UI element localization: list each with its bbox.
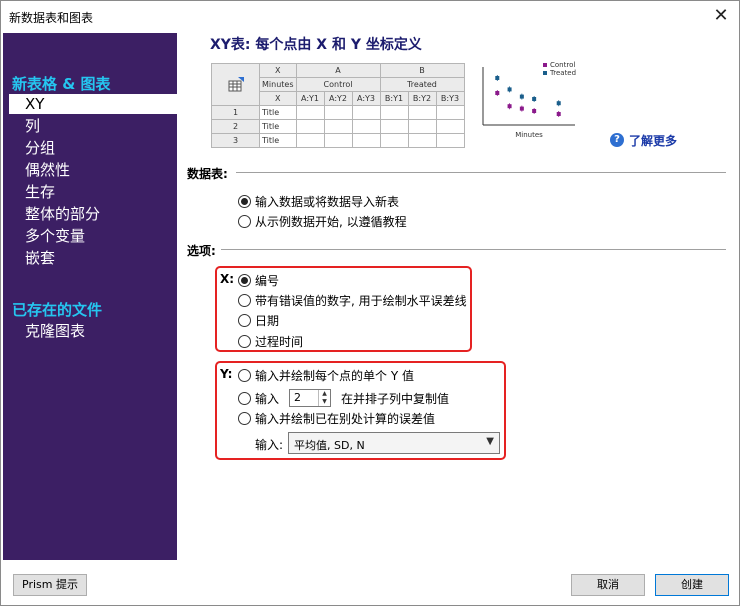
xy-chart-preview: ControlTreated Minutes [482, 61, 576, 139]
new-data-table-dialog: 新数据表和图表 ✕ 新表格 & 图表 XY 列 分组 偶然性 生存 整体的部分 … [0, 0, 740, 606]
grid-header-x: X [259, 63, 297, 78]
select-value: 平均值, SD, N [294, 439, 365, 452]
chart-point-control-1 [507, 104, 512, 109]
stepper-up-icon[interactable]: ▲ [319, 390, 330, 398]
sidebar-item-multiple-variables[interactable]: 多个变量 [25, 225, 85, 246]
grid-col-ay3: A:Y3 [351, 91, 381, 106]
data-table-section-label: 数据表: [187, 167, 228, 181]
grid-col-ay1: A:Y1 [295, 91, 325, 106]
divider [221, 249, 726, 250]
radio-button[interactable] [238, 314, 251, 327]
y-options-label: Y: [220, 367, 233, 381]
replicates-value[interactable]: 2 [294, 391, 301, 404]
prism-tips-button[interactable]: Prism 提示 [13, 574, 87, 596]
chart-point-control-3 [532, 109, 537, 113]
row-title: Title [259, 105, 297, 120]
radio-x-dates[interactable]: 日期 [238, 312, 279, 329]
chart-x-label: Minutes [515, 131, 543, 139]
grid-col-x: X [259, 91, 297, 106]
sidebar-item-clone-graph[interactable]: 克隆图表 [25, 320, 85, 341]
chart-point-treated-0 [495, 76, 500, 80]
replicates-suffix-label: 在并排子列中复制值 [341, 392, 450, 406]
x-options-label: X: [220, 272, 235, 286]
cancel-button[interactable]: 取消 [571, 574, 645, 596]
row-number: 3 [211, 133, 260, 148]
table-corner-icon [211, 63, 260, 106]
sidebar-item-parts-of-whole[interactable]: 整体的部分 [25, 203, 100, 224]
data-table-preview: X A B Minutes Control Treated X A:Y1 A:Y… [211, 63, 465, 148]
sidebar-item-xy[interactable]: XY [9, 94, 179, 114]
radio-x-numbers[interactable]: 编号 [238, 272, 279, 289]
row-number: 2 [211, 119, 260, 134]
sidebar-section-new-tables: 新表格 & 图表 [12, 75, 111, 93]
sidebar-item-contingency[interactable]: 偶然性 [25, 159, 70, 180]
title-bar: 新数据表和图表 ✕ [1, 1, 739, 31]
grid-col-by1: B:Y1 [379, 91, 409, 106]
radio-y-error-values[interactable]: 输入并绘制已在别处计算的误差值 [238, 410, 435, 427]
learn-more-link[interactable]: 了解更多 [629, 132, 677, 149]
divider [236, 172, 726, 173]
grid-header-b: B [379, 63, 465, 78]
create-button[interactable]: 创建 [655, 574, 729, 596]
options-section-label: 选项: [187, 244, 216, 258]
radio-x-elapsed-time[interactable]: 过程时间 [238, 333, 303, 350]
legend-label-control: Control [550, 61, 575, 69]
table-row: 1 Title [211, 105, 465, 120]
close-button[interactable]: ✕ [709, 4, 733, 28]
radio-button[interactable] [238, 335, 251, 348]
chart-point-treated-2 [519, 94, 524, 99]
chart-point-treated-4 [556, 101, 561, 106]
replicates-stepper[interactable]: 2 ▲ ▼ [289, 389, 331, 407]
grid-col-ay2: A:Y2 [323, 91, 353, 106]
grid-col-by2: B:Y2 [407, 91, 437, 106]
table-row: 2 Title [211, 119, 465, 134]
input-label: 输入: [255, 438, 284, 452]
grid-subheader-x: Minutes [259, 77, 297, 92]
table-row: 3 Title [211, 133, 465, 148]
sidebar-item-grouped[interactable]: 分组 [25, 137, 55, 158]
legend-label-treated: Treated [549, 69, 576, 77]
radio-button[interactable] [238, 215, 251, 228]
row-number: 1 [211, 105, 260, 120]
chart-point-control-0 [495, 91, 500, 95]
radio-button[interactable] [238, 369, 251, 382]
page-title: XY表: 每个点由 X 和 Y 坐标定义 [210, 37, 422, 53]
legend-swatch-control [543, 63, 547, 67]
table-icon [228, 76, 244, 91]
grid-subheader-a: Control [295, 77, 381, 92]
radio-button[interactable] [238, 392, 251, 405]
chart-point-treated-1 [507, 87, 512, 92]
error-format-select[interactable]: 平均值, SD, N ▼ [288, 432, 500, 454]
sidebar: 新表格 & 图表 XY 列 分组 偶然性 生存 整体的部分 多个变量 嵌套 已存… [3, 33, 179, 560]
sidebar-item-survival[interactable]: 生存 [25, 181, 55, 202]
row-title: Title [259, 119, 297, 134]
radio-y-single-values[interactable]: 输入并绘制每个点的单个 Y 值 [238, 367, 414, 384]
chart-point-control-2 [519, 106, 524, 111]
radio-button[interactable] [238, 294, 251, 307]
window-title: 新数据表和图表 [9, 11, 94, 25]
chart-point-treated-3 [532, 97, 537, 101]
radio-sample-data[interactable]: 从示例数据开始, 以遵循教程 [238, 213, 407, 230]
grid-header-a: A [295, 63, 381, 78]
stepper-down-icon[interactable]: ▼ [319, 398, 330, 406]
sidebar-item-column[interactable]: 列 [25, 115, 40, 136]
grid-subheader-b: Treated [379, 77, 465, 92]
chevron-down-icon[interactable]: ▼ [486, 436, 494, 447]
chart-point-control-4 [556, 112, 561, 116]
row-title: Title [259, 133, 297, 148]
legend-swatch-treated [543, 71, 547, 75]
sidebar-section-existing-file: 已存在的文件 [12, 301, 103, 319]
help-icon[interactable]: ? [610, 133, 624, 147]
radio-button[interactable] [238, 195, 251, 208]
stepper-buttons[interactable]: ▲ ▼ [318, 390, 330, 406]
radio-x-error-values[interactable]: 带有错误值的数字, 用于绘制水平误差线 [238, 292, 467, 309]
sidebar-item-nested[interactable]: 嵌套 [25, 247, 55, 268]
radio-enter-data[interactable]: 输入数据或将数据导入新表 [238, 193, 399, 210]
radio-button[interactable] [238, 274, 251, 287]
radio-y-replicates[interactable]: 输入 [238, 390, 279, 407]
grid-col-by3: B:Y3 [435, 91, 465, 106]
radio-button[interactable] [238, 412, 251, 425]
